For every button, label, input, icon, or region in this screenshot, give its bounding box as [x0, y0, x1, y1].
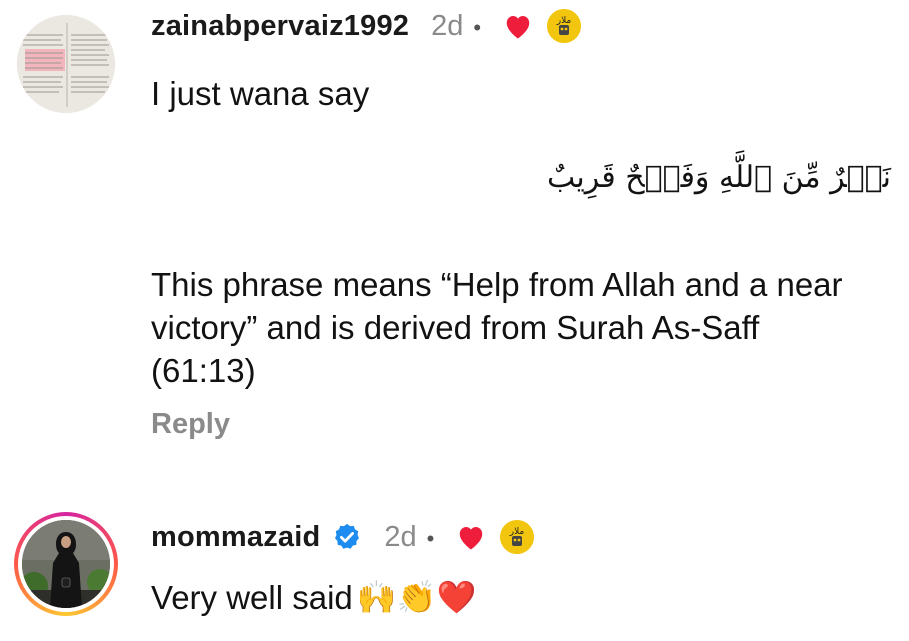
separator-dot: • — [426, 526, 435, 551]
comment-paragraph: This phrase means “Help from Allah and a… — [151, 266, 843, 389]
timestamp: 2d — [431, 9, 464, 42]
separator-dot: • — [473, 15, 482, 40]
username[interactable]: zainabpervaiz1992 — [151, 10, 409, 43]
avatar-story-ring[interactable] — [14, 512, 118, 616]
comment-text-line: Very well said 🙌👏❤️ — [151, 576, 476, 619]
timestamp: 2d — [384, 520, 417, 553]
svg-text:ﻣﻠﺎﺭ: ﻣﻠﺎﺭ — [556, 16, 572, 26]
liked-heart-icon[interactable] — [456, 523, 486, 551]
comment-text: Very well said — [151, 579, 353, 616]
comment-text-line: I just wana say — [151, 75, 370, 112]
arabic-quote: نَصۡرٌ مِّنَ ٱللَّهِ وَفَتۡحٌ قَرِيبٌ — [546, 160, 891, 195]
emoji-reactions: 🙌👏❤️ — [356, 578, 477, 616]
comment-item: zainabpervaiz1992 2d • ﻣﻠﺎﺭ I just wana … — [0, 0, 909, 470]
comment-header: mommazaid 2d • ﻣﻠﺎﺭ — [151, 517, 535, 557]
svg-text:ﻣﻠﺎﺭ: ﻣﻠﺎﺭ — [509, 527, 525, 537]
creator-badge-icon: ﻣﻠﺎﺭ — [500, 520, 535, 554]
liked-heart-icon[interactable] — [503, 12, 533, 40]
creator-badge-icon: ﻣﻠﺎﺭ — [547, 9, 582, 43]
avatar-ring-gap — [18, 516, 114, 612]
reply-button[interactable]: Reply — [151, 408, 230, 441]
comment-item: mommazaid 2d • ﻣﻠﺎﺭ Very well said 🙌👏❤️ — [0, 496, 909, 641]
verified-badge-icon — [332, 522, 362, 552]
avatar[interactable] — [17, 15, 115, 113]
avatar-photo — [22, 520, 110, 608]
username[interactable]: mommazaid — [151, 521, 320, 554]
book-page-avatar-image — [17, 15, 115, 113]
comment-header: zainabpervaiz1992 2d • ﻣﻠﺎﺭ — [151, 6, 582, 46]
